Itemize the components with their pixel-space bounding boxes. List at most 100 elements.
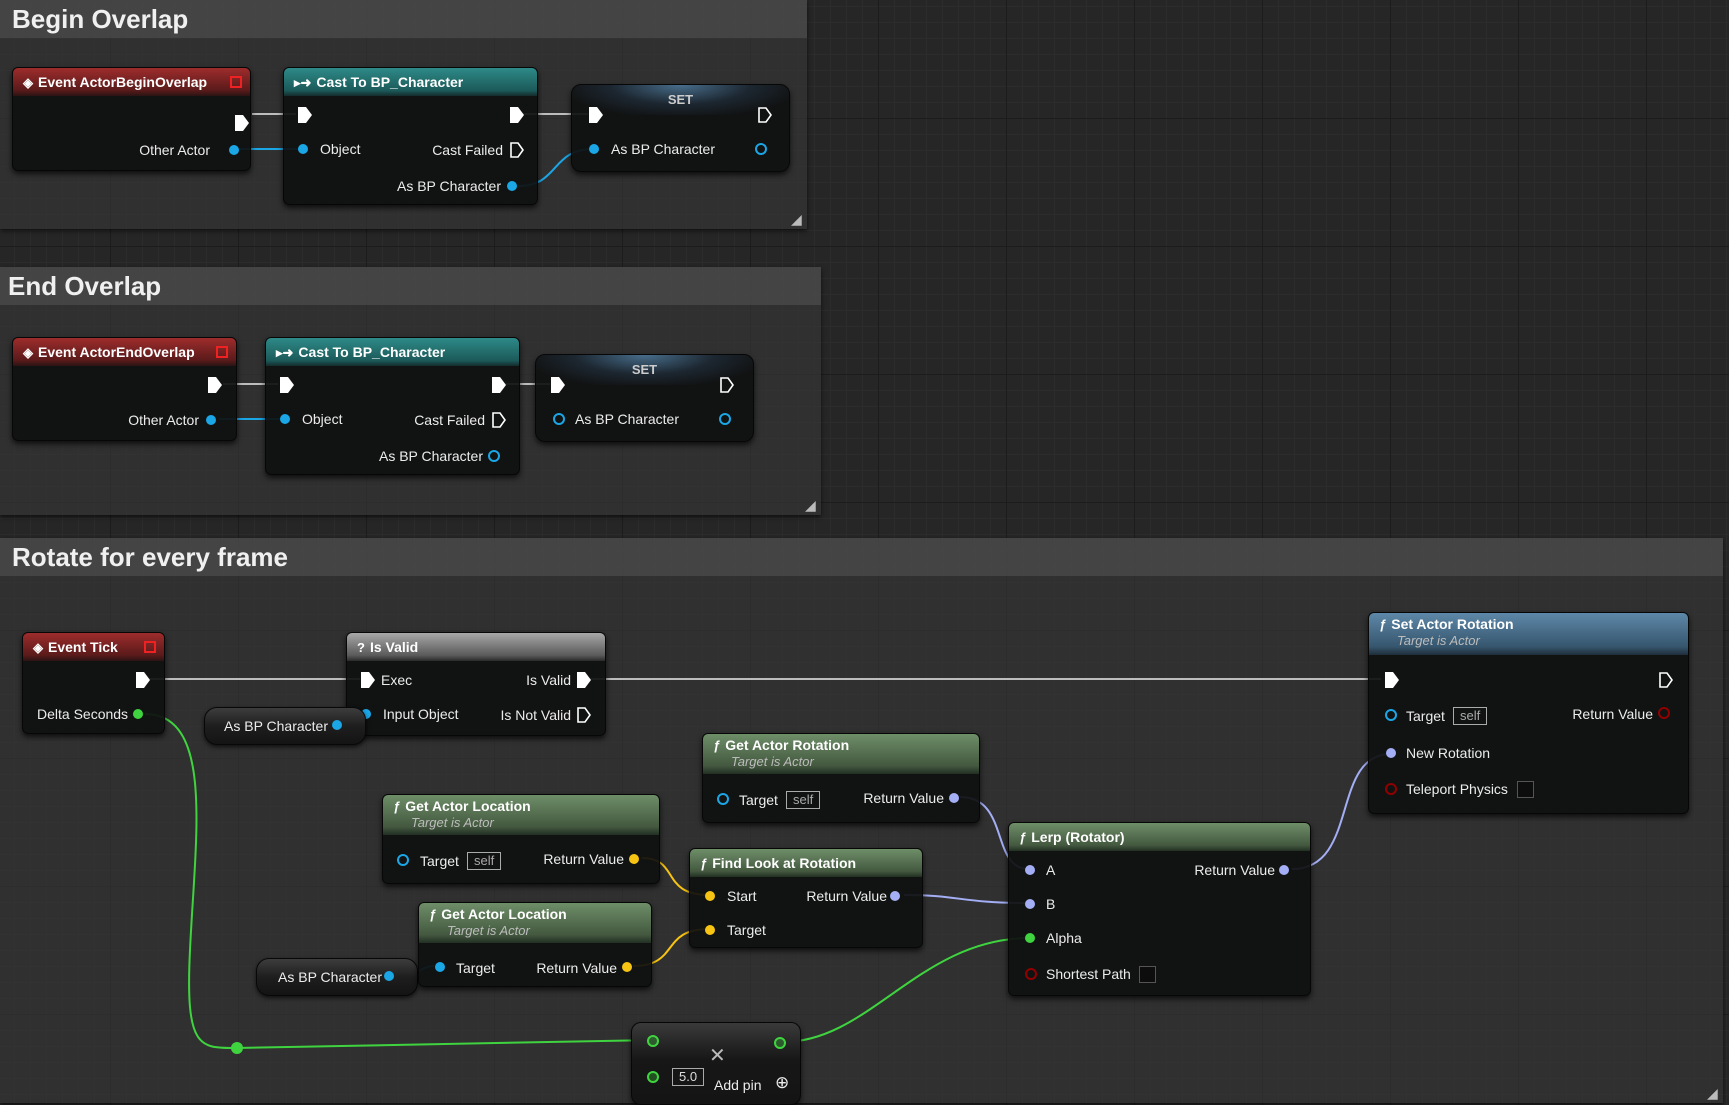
float-pin[interactable] [1025, 933, 1035, 943]
bool-pin[interactable] [1385, 783, 1397, 795]
rotator-pin[interactable] [1386, 748, 1396, 758]
set-variable-node[interactable]: SET As BP Character [535, 354, 754, 442]
float-out-pin[interactable] [774, 1037, 786, 1049]
multiplier-field[interactable]: 5.0 [672, 1068, 705, 1086]
function-icon: ƒ [429, 907, 437, 922]
find-look-at-rotation-node[interactable]: ƒ Find Look at Rotation Start Return Valu… [689, 848, 923, 948]
get-actor-location-node[interactable]: ƒ Get Actor Location Target is Actor Targ… [382, 794, 660, 884]
cast-to-bp-character-node[interactable]: ▸➜ Cast To BP_Character Object Cast Faile… [283, 67, 538, 205]
node-title: Set Actor Rotation [1391, 616, 1514, 632]
pin-label: Exec [381, 672, 413, 688]
comment-title[interactable]: Begin Overlap [0, 0, 807, 38]
node-header[interactable]: ƒ Lerp (Rotator) [1009, 823, 1310, 851]
float-in-pin[interactable] [647, 1035, 659, 1047]
cast-icon: ▸➜ [276, 345, 294, 360]
pin-label: As BP Character [575, 411, 680, 427]
cast-to-bp-character-node[interactable]: ▸➜ Cast To BP_Character Object Cast Faile… [265, 337, 520, 475]
add-pin-label[interactable]: Add pin [714, 1077, 761, 1093]
cast-icon: ▸➜ [294, 75, 312, 90]
target-default-field[interactable]: self [1453, 707, 1488, 725]
event-tick-node[interactable]: ◈ Event Tick Delta Seconds [22, 632, 165, 734]
float-pin[interactable] [133, 709, 143, 719]
rotator-pin[interactable] [890, 891, 900, 901]
event-diamond-icon: ◈ [23, 345, 33, 360]
object-out-pin[interactable] [755, 143, 767, 155]
pin-label: Input Object [383, 706, 459, 722]
node-title[interactable]: SET [572, 85, 789, 115]
object-pin[interactable] [507, 181, 517, 191]
get-actor-location-node[interactable]: ƒ Get Actor Location Target is Actor Targ… [418, 902, 652, 987]
pin-label: Other Actor [139, 142, 210, 158]
object-pin[interactable] [384, 971, 394, 981]
bool-out-pin[interactable] [1658, 707, 1670, 719]
pin-label: Return Value [806, 888, 887, 904]
node-title: Lerp (Rotator) [1031, 829, 1125, 845]
question-icon: ? [357, 640, 365, 655]
rotator-pin[interactable] [949, 793, 959, 803]
lerp-rotator-node[interactable]: ƒ Lerp (Rotator) A Return Value B Alpha S… [1008, 822, 1311, 996]
multiply-float-node[interactable]: 5.0 ✕ Add pin ⊕ [631, 1022, 801, 1105]
node-title: Cast To BP_Character [298, 344, 446, 360]
node-header[interactable]: ƒ Get Actor Location Target is Actor [419, 903, 651, 943]
comment-title[interactable]: End Overlap [0, 267, 821, 305]
resize-grip-icon[interactable]: ◢ [1707, 1087, 1721, 1101]
object-pin[interactable] [332, 720, 342, 730]
delegate-pin-icon[interactable] [216, 346, 228, 358]
is-valid-node[interactable]: ? Is Valid Exec Is Valid Input Object Is … [346, 632, 606, 736]
object-out-pin[interactable] [488, 450, 500, 462]
event-actor-end-overlap-node[interactable]: ◈ Event ActorEndOverlap Other Actor [12, 337, 237, 441]
event-actor-begin-overlap-node[interactable]: ◈ Event ActorBeginOverlap Other Actor [12, 67, 251, 171]
delegate-pin-icon[interactable] [144, 641, 156, 653]
shortest-path-checkbox[interactable] [1139, 966, 1156, 983]
comment-title[interactable]: Rotate for every frame [0, 538, 1723, 576]
node-title: Is Valid [369, 639, 419, 655]
object-pin[interactable] [280, 414, 290, 424]
get-actor-rotation-node[interactable]: ƒ Get Actor Rotation Target is Actor Targ… [702, 733, 980, 823]
object-pin[interactable] [589, 144, 599, 154]
target-default-field[interactable]: self [467, 852, 502, 870]
node-header[interactable]: ƒ Get Actor Rotation Target is Actor [703, 734, 979, 774]
resize-grip-icon[interactable]: ◢ [805, 499, 819, 513]
pin-label: Cast Failed [432, 142, 503, 158]
rotator-pin[interactable] [1025, 865, 1035, 875]
pin-label: Other Actor [128, 412, 199, 428]
object-in-pin[interactable] [1385, 709, 1397, 721]
object-in-pin[interactable] [397, 854, 409, 866]
object-out-pin[interactable] [719, 413, 731, 425]
node-header[interactable]: ▸➜ Cast To BP_Character [284, 68, 537, 96]
object-pin[interactable] [206, 415, 216, 425]
delegate-pin-icon[interactable] [230, 76, 242, 88]
node-header[interactable]: ? Is Valid [347, 633, 605, 661]
node-header[interactable]: ƒ Set Actor Rotation Target is Actor [1369, 613, 1688, 655]
object-pin[interactable] [298, 144, 308, 154]
object-in-pin[interactable] [553, 413, 565, 425]
node-header[interactable]: ◈ Event Tick [23, 633, 164, 661]
pin-label: Object [320, 141, 361, 157]
teleport-physics-checkbox[interactable] [1517, 781, 1534, 798]
object-pin[interactable] [435, 962, 445, 972]
object-pin[interactable] [229, 145, 239, 155]
get-as-bp-character-node[interactable]: As BP Character [256, 958, 418, 996]
node-header[interactable]: ƒ Find Look at Rotation [690, 849, 922, 877]
get-as-bp-character-node[interactable]: As BP Character [204, 707, 366, 745]
node-header[interactable]: ◈ Event ActorBeginOverlap [13, 68, 250, 96]
vector-pin[interactable] [705, 891, 715, 901]
rotator-pin[interactable] [1025, 899, 1035, 909]
set-variable-node[interactable]: SET As BP Character [571, 84, 790, 172]
set-actor-rotation-node[interactable]: ƒ Set Actor Rotation Target is Actor Targ… [1368, 612, 1689, 814]
bool-pin[interactable] [1025, 968, 1037, 980]
resize-grip-icon[interactable]: ◢ [791, 213, 805, 227]
float-in-pin[interactable] [647, 1071, 659, 1083]
pin-label: Target [420, 853, 459, 869]
target-default-field[interactable]: self [786, 791, 821, 809]
object-in-pin[interactable] [717, 793, 729, 805]
vector-pin[interactable] [705, 925, 715, 935]
vector-pin[interactable] [629, 854, 639, 864]
rotator-pin[interactable] [1279, 865, 1289, 875]
vector-pin[interactable] [622, 962, 632, 972]
pin-label: Target [456, 960, 495, 976]
add-pin-icon[interactable]: ⊕ [775, 1074, 789, 1091]
node-header[interactable]: ƒ Get Actor Location Target is Actor [383, 795, 659, 835]
node-header[interactable]: ▸➜ Cast To BP_Character [266, 338, 519, 366]
node-header[interactable]: ◈ Event ActorEndOverlap [13, 338, 236, 366]
